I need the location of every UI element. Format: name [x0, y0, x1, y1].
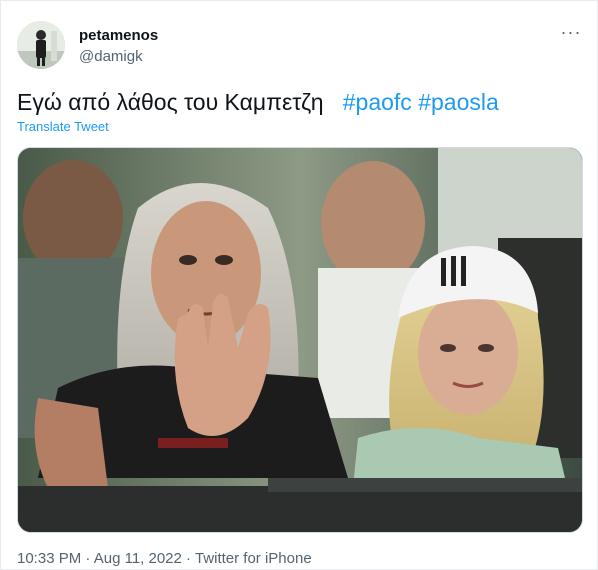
display-name[interactable]: petamenos	[79, 26, 158, 46]
tweet-body: Εγώ από λάθος του Καμπετζη	[17, 89, 324, 115]
tweet-photo[interactable]	[17, 147, 583, 533]
translate-tweet-link[interactable]: Translate Tweet	[17, 119, 109, 135]
tweet-card: petamenos @damigk ··· Εγώ από λάθος του …	[0, 0, 598, 570]
tweet-text: Εγώ από λάθος του Καμπετζη #paofc #paosl…	[17, 87, 499, 117]
hashtag-paosla[interactable]: #paosla	[418, 89, 499, 115]
user-name-block: petamenos @damigk	[79, 26, 158, 67]
meta-separator: ·	[81, 550, 94, 567]
more-options-icon[interactable]: ···	[559, 23, 583, 45]
tweet-date[interactable]: Aug 11, 2022	[94, 550, 182, 567]
user-handle[interactable]: @damigk	[79, 47, 158, 67]
user-avatar-image	[17, 21, 65, 69]
tweet-header: petamenos @damigk ···	[17, 21, 583, 73]
avatar[interactable]	[17, 21, 65, 69]
meta-separator-2: ·	[181, 550, 195, 567]
hashtag-paofc[interactable]: #paofc	[343, 89, 412, 115]
tweet-meta: 10:33 PM · Aug 11, 2022 · Twitter for iP…	[17, 549, 312, 569]
tweet-time[interactable]: 10:33 PM	[17, 550, 81, 567]
tweet-source[interactable]: Twitter for iPhone	[195, 550, 312, 567]
photo-illustration	[18, 148, 582, 532]
